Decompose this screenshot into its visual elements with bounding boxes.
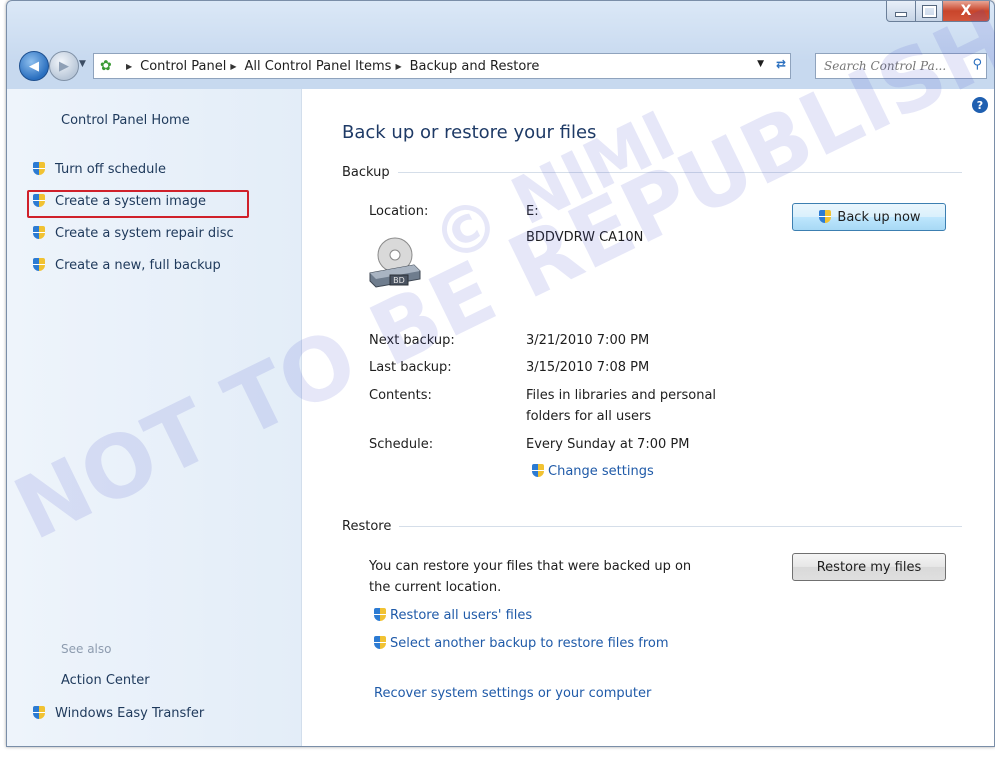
minimize-icon — [895, 11, 907, 17]
divider — [399, 526, 962, 527]
contents-value-line1: Files in libraries and personal — [526, 388, 717, 403]
windows-easy-transfer-link[interactable]: Windows Easy Transfer — [31, 705, 204, 721]
drive-icon-label: BD — [393, 276, 405, 285]
minimize-button[interactable] — [886, 1, 916, 22]
uac-shield-icon — [31, 161, 47, 177]
breadcrumb-control-panel[interactable]: ▶ Control Panel — [122, 59, 226, 74]
close-icon: X — [960, 3, 972, 19]
divider — [397, 172, 962, 173]
restore-all-users-link[interactable]: Restore all users' files — [372, 607, 532, 623]
tasks-pane: Control Panel Home Turn off schedule Cre… — [7, 89, 302, 746]
uac-shield-icon — [530, 463, 546, 479]
select-another-backup-link[interactable]: Select another backup to restore files f… — [372, 635, 669, 651]
search-input[interactable] — [822, 58, 966, 74]
page-title: Back up or restore your files — [342, 122, 597, 143]
help-icon[interactable]: ? — [972, 97, 988, 113]
breadcrumb-separator-icon: ▶ — [395, 61, 402, 71]
maximize-icon — [921, 4, 937, 18]
uac-shield-icon — [372, 635, 388, 651]
restore-description-line1: You can restore your files that were bac… — [369, 559, 692, 574]
task-create-repair-disc[interactable]: Create a system repair disc — [31, 225, 234, 241]
uac-shield-icon — [31, 225, 47, 241]
maximize-button[interactable] — [916, 1, 943, 22]
backup-section-header: Backup — [342, 165, 962, 180]
main-content: ? Back up or restore your files Backup L… — [302, 89, 994, 746]
search-icon[interactable]: ⚲ — [972, 57, 982, 72]
location-label: Location: — [369, 204, 429, 219]
close-button[interactable]: X — [943, 1, 990, 22]
next-backup-value: 3/21/2010 7:00 PM — [526, 333, 650, 348]
task-turn-off-schedule[interactable]: Turn off schedule — [31, 161, 166, 177]
breadcrumb-backup-restore[interactable]: ▶ Backup and Restore — [391, 59, 539, 74]
uac-shield-icon — [817, 209, 833, 225]
back-button[interactable]: ◀ — [19, 51, 49, 81]
location-name: BDDVDRW CA10N — [526, 230, 644, 245]
address-bar[interactable]: ✿ ▶ Control Panel ▶ All Control Panel Item… — [93, 53, 791, 79]
uac-shield-icon — [31, 257, 47, 273]
highlight-box — [27, 190, 249, 218]
schedule-label: Schedule: — [369, 437, 434, 452]
bd-drive-icon: BD — [369, 237, 421, 288]
contents-label: Contents: — [369, 388, 432, 403]
back-arrow-icon: ◀ — [29, 58, 39, 74]
contents-value-line2: folders for all users — [526, 409, 652, 424]
breadcrumb-separator-icon: ▶ — [230, 61, 237, 71]
next-backup-label: Next backup: — [369, 333, 455, 348]
breadcrumb-separator-icon: ▶ — [126, 61, 133, 71]
location-drive: E: — [526, 204, 539, 219]
control-panel-home-link[interactable]: Control Panel Home — [61, 113, 190, 128]
schedule-value: Every Sunday at 7:00 PM — [526, 437, 690, 452]
refresh-icon[interactable]: ⇄ — [776, 57, 786, 71]
forward-arrow-icon: ▶ — [59, 58, 69, 74]
see-also-heading: See also — [61, 642, 112, 656]
navigation-bar: ◀ ▶ ▼ ✿ ▶ Control Panel ▶ All Control Pane… — [7, 43, 994, 89]
recover-system-link[interactable]: Recover system settings or your computer — [374, 686, 651, 701]
address-dropdown-icon[interactable]: ▼ — [757, 59, 764, 69]
restore-my-files-button[interactable]: Restore my files — [792, 553, 946, 581]
back-up-now-button[interactable]: Back up now — [792, 203, 946, 231]
restore-description-line2: the current location. — [369, 580, 502, 595]
forward-button[interactable]: ▶ — [49, 51, 79, 81]
control-panel-icon: ✿ — [100, 58, 112, 74]
action-center-link[interactable]: Action Center — [61, 673, 150, 688]
restore-section-header: Restore — [342, 519, 962, 534]
uac-shield-icon — [372, 607, 388, 623]
last-backup-label: Last backup: — [369, 360, 452, 375]
recent-pages-dropdown[interactable]: ▼ — [79, 59, 86, 69]
task-create-full-backup[interactable]: Create a new, full backup — [31, 257, 221, 273]
search-box[interactable]: ⚲ — [815, 53, 987, 79]
backup-restore-window: X ◀ ▶ ▼ ✿ ▶ Control Panel ▶ All Control Pa… — [6, 0, 995, 747]
breadcrumb-all-items[interactable]: ▶ All Control Panel Items — [226, 59, 391, 74]
window-controls: X — [886, 1, 990, 31]
uac-shield-icon — [31, 705, 47, 721]
last-backup-value: 3/15/2010 7:08 PM — [526, 360, 650, 375]
change-settings-link[interactable]: Change settings — [530, 463, 654, 479]
